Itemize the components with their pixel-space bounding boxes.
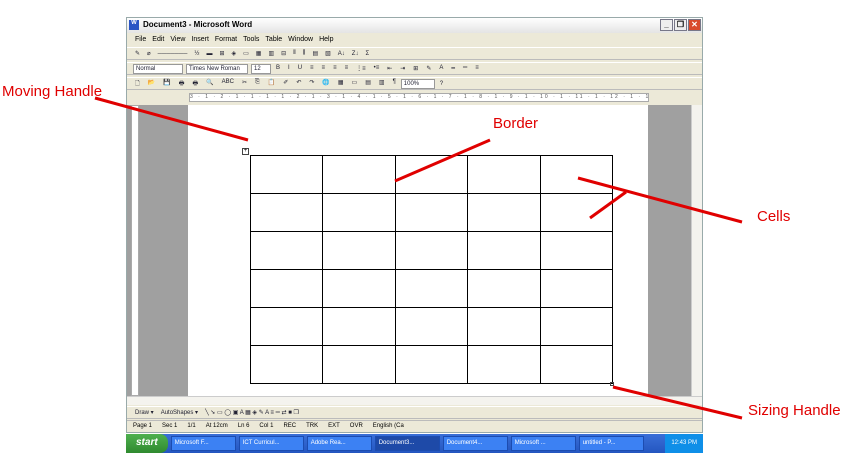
border-label: Border [493,115,539,132]
cells-label: Cells [757,208,791,225]
sizing-handle-pointer [612,385,743,420]
annotation-lines [94,96,743,420]
moving-handle-label: Moving Handle [2,83,103,100]
cells-pointer [577,176,743,224]
cells-pointer-2 [589,190,627,220]
sizing-handle-label: Sizing Handle [748,402,841,419]
moving-handle-pointer [94,96,249,142]
border-pointer [394,138,491,183]
